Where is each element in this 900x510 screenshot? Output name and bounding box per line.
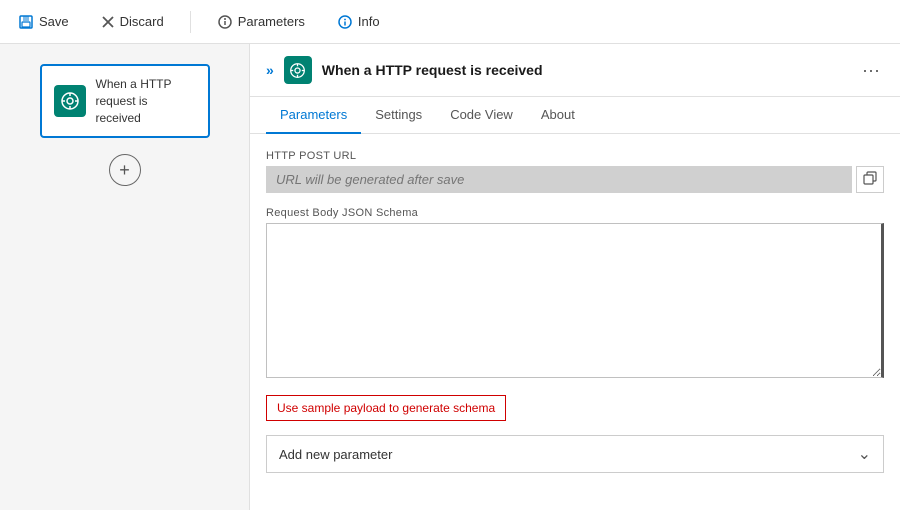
http-post-url-section: HTTP POST URL: [266, 150, 884, 193]
http-trigger-node[interactable]: When a HTTP request is received: [40, 64, 210, 138]
add-param-label: Add new parameter: [279, 447, 392, 462]
info-icon: [337, 14, 353, 30]
main-layout: When a HTTP request is received + » When…: [0, 44, 900, 510]
toolbar: Save Discard Parameters Info: [0, 0, 900, 44]
save-icon: [18, 14, 34, 30]
http-post-url-label: HTTP POST URL: [266, 150, 884, 162]
left-panel: When a HTTP request is received +: [0, 44, 250, 510]
tab-code-view[interactable]: Code View: [436, 97, 527, 134]
request-body-section: Request Body JSON Schema: [266, 207, 884, 381]
parameters-button[interactable]: Parameters: [211, 10, 311, 34]
save-label: Save: [39, 14, 69, 29]
tabs-bar: Parameters Settings Code View About: [250, 97, 900, 134]
tab-settings[interactable]: Settings: [361, 97, 436, 134]
discard-icon: [101, 15, 115, 29]
panel-content: HTTP POST URL Request Body JSON Schema: [250, 134, 900, 489]
add-step-button[interactable]: +: [109, 154, 141, 186]
copy-url-button[interactable]: [856, 166, 884, 193]
url-field: [266, 166, 884, 193]
request-body-label: Request Body JSON Schema: [266, 207, 884, 219]
info-button[interactable]: Info: [331, 10, 386, 34]
panel-header-icon: [284, 56, 312, 84]
discard-label: Discard: [120, 14, 164, 29]
generate-schema-button[interactable]: Use sample payload to generate schema: [266, 395, 506, 421]
schema-textarea[interactable]: [266, 223, 884, 378]
info-label: Info: [358, 14, 380, 29]
more-options-button[interactable]: ···: [858, 61, 884, 79]
panel-header: » When a HTTP request is received ···: [250, 44, 900, 97]
copy-icon: [863, 171, 877, 185]
tab-about[interactable]: About: [527, 97, 589, 134]
tab-parameters[interactable]: Parameters: [266, 97, 361, 134]
toolbar-divider: [190, 11, 191, 33]
parameters-label: Parameters: [238, 14, 305, 29]
add-parameter-section[interactable]: Add new parameter ⌄: [266, 435, 884, 473]
save-button[interactable]: Save: [12, 10, 75, 34]
node-label: When a HTTP request is received: [96, 76, 196, 126]
expand-icon[interactable]: »: [266, 62, 274, 78]
url-input: [266, 166, 852, 193]
right-panel: » When a HTTP request is received ··· Pa…: [250, 44, 900, 510]
chevron-down-icon: ⌄: [858, 444, 871, 464]
panel-title: When a HTTP request is received: [322, 62, 848, 78]
parameters-icon: [217, 14, 233, 30]
node-icon: [54, 85, 86, 117]
discard-button[interactable]: Discard: [95, 10, 170, 33]
